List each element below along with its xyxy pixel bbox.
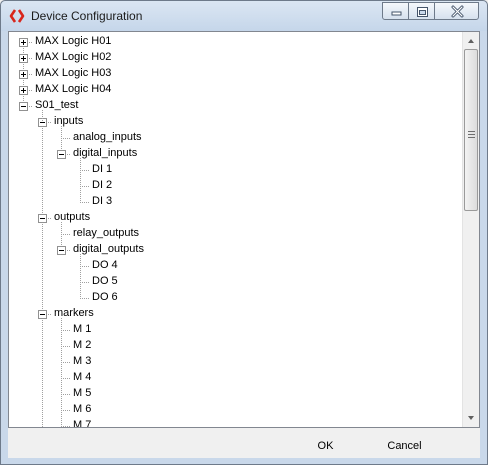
scroll-down-arrow-icon[interactable] <box>463 410 479 426</box>
tree-item-label: DO 6 <box>92 291 118 303</box>
tree-item[interactable]: markers <box>53 306 95 321</box>
tree-item[interactable]: DI 3 <box>91 194 113 209</box>
tree-item-label: outputs <box>54 211 91 223</box>
tree-item-label: relay_outputs <box>73 227 140 239</box>
tree-item[interactable]: digital_inputs <box>72 146 138 161</box>
collapse-minus-icon[interactable] <box>38 214 47 223</box>
minimize-button[interactable] <box>382 2 409 20</box>
scroll-up-arrow-icon[interactable] <box>463 33 479 49</box>
tree-item[interactable]: DO 4 <box>91 258 119 273</box>
tree-item-label: M 6 <box>73 403 92 415</box>
tree-item[interactable]: MAX Logic H03 <box>34 66 112 81</box>
tree-item[interactable]: M 4 <box>72 370 92 385</box>
tree-item[interactable]: M 1 <box>72 322 92 337</box>
tree-item-label: DI 2 <box>92 179 113 191</box>
collapse-minus-icon[interactable] <box>57 150 66 159</box>
tree-item-label: MAX Logic H03 <box>35 67 112 79</box>
tree-item-label: S01_test <box>35 99 79 111</box>
device-tree[interactable]: MAX Logic H01 MAX Logic H02 MAX Logic H03 M… <box>8 31 480 428</box>
tree-item-label: M 5 <box>73 387 92 399</box>
collapse-minus-icon[interactable] <box>38 310 47 319</box>
cancel-button[interactable]: Cancel <box>367 435 442 457</box>
scrollbar-thumb[interactable] <box>464 49 478 211</box>
tree-item-label: M 3 <box>73 355 92 367</box>
tree-item-label: MAX Logic H01 <box>35 35 112 47</box>
tree-item-label: M 4 <box>73 371 92 383</box>
expand-plus-icon[interactable] <box>19 70 28 79</box>
tree-item[interactable]: inputs <box>53 114 84 129</box>
dialog-client-area: MAX Logic H01 MAX Logic H02 MAX Logic H03 M… <box>8 31 480 458</box>
title-bar[interactable]: Device Configuration <box>1 1 487 31</box>
tree-item-label: DI 3 <box>92 195 113 207</box>
window-title: Device Configuration <box>31 9 143 23</box>
tree-item[interactable]: M 3 <box>72 354 92 369</box>
device-config-icon <box>9 8 25 24</box>
tree-item[interactable]: M 7 <box>72 418 92 428</box>
tree-item[interactable]: MAX Logic H01 <box>34 34 112 49</box>
tree-item[interactable]: DI 2 <box>91 178 113 193</box>
collapse-minus-icon[interactable] <box>19 102 28 111</box>
tree-item-label: M 2 <box>73 339 92 351</box>
tree-item[interactable]: MAX Logic H04 <box>34 82 112 97</box>
tree-item-label: inputs <box>54 115 84 127</box>
maximize-button[interactable] <box>408 2 435 20</box>
tree-item[interactable]: MAX Logic H02 <box>34 50 112 65</box>
tree-item[interactable]: M 2 <box>72 338 92 353</box>
collapse-minus-icon[interactable] <box>38 118 47 127</box>
tree-item[interactable]: DI 1 <box>91 162 113 177</box>
tree-item[interactable]: DO 5 <box>91 274 119 289</box>
tree-item-label: DO 4 <box>92 259 118 271</box>
ok-button[interactable]: OK <box>288 435 363 457</box>
tree-item-label: markers <box>54 307 94 319</box>
tree-item[interactable]: M 6 <box>72 402 92 417</box>
expand-plus-icon[interactable] <box>19 54 28 63</box>
tree-item-label: digital_outputs <box>73 243 144 255</box>
tree-item[interactable]: M 5 <box>72 386 92 401</box>
minimize-icon <box>391 11 402 16</box>
tree-item-label: M 1 <box>73 323 92 335</box>
tree-item[interactable]: outputs <box>53 210 91 225</box>
tree-item[interactable]: relay_outputs <box>72 226 140 241</box>
tree-item-label: analog_inputs <box>73 131 142 143</box>
tree-item-label: digital_inputs <box>73 147 138 159</box>
grip-icon <box>468 131 475 138</box>
tree-item[interactable]: digital_outputs <box>72 242 145 257</box>
expand-plus-icon[interactable] <box>19 86 28 95</box>
close-icon <box>451 5 464 18</box>
tree-item-label: MAX Logic H02 <box>35 51 112 63</box>
maximize-icon <box>417 7 428 17</box>
tree-item[interactable]: DO 6 <box>91 290 119 305</box>
tree-item-label: DI 1 <box>92 163 113 175</box>
expand-plus-icon[interactable] <box>19 38 28 47</box>
vertical-scrollbar[interactable] <box>462 32 479 427</box>
tree-item-label: MAX Logic H04 <box>35 83 112 95</box>
dialog-window: Device Configuration MAX Logic H01 MAX Lo… <box>0 0 488 465</box>
close-button[interactable] <box>434 2 479 20</box>
tree-item-label: DO 5 <box>92 275 118 287</box>
tree-item-label: M 7 <box>73 419 92 428</box>
tree-item[interactable]: analog_inputs <box>72 130 143 145</box>
collapse-minus-icon[interactable] <box>57 246 66 255</box>
tree-item[interactable]: S01_test <box>34 98 79 113</box>
